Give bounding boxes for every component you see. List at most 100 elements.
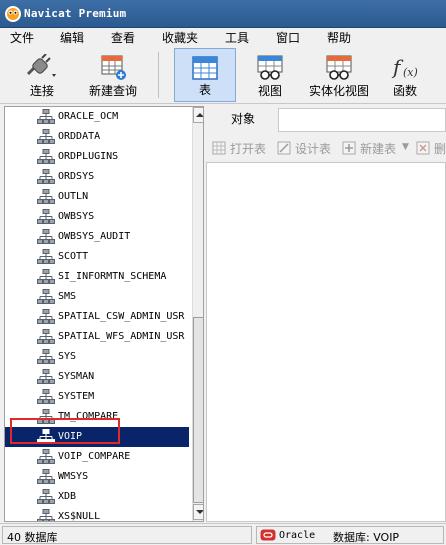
schema-name: WMSYS bbox=[58, 471, 89, 482]
schema-icon bbox=[37, 329, 55, 344]
schema-name: ORDSYS bbox=[58, 171, 95, 182]
schema-icon bbox=[37, 229, 55, 244]
menu-bar: 文件 编辑 查看 收藏夹 工具 窗口 帮助 bbox=[0, 28, 446, 48]
schema-item[interactable]: SI_INFORMTN_SCHEMA bbox=[5, 267, 189, 287]
function-label: 函数 bbox=[392, 84, 417, 98]
schema-name: SYS bbox=[58, 351, 77, 362]
menu-file[interactable]: 文件 bbox=[10, 30, 34, 46]
schema-item[interactable]: SMS bbox=[5, 287, 189, 307]
schema-item[interactable]: OWBSYS_AUDIT bbox=[5, 227, 189, 247]
schema-name: SMS bbox=[58, 291, 77, 302]
schema-item[interactable]: ORACLE_OCM bbox=[5, 107, 189, 127]
scroll-up-button[interactable] bbox=[193, 107, 203, 123]
menu-favorites[interactable]: 收藏夹 bbox=[162, 30, 198, 46]
schema-icon bbox=[37, 349, 55, 364]
status-connection-cell: Oracle 数据库: VOIP bbox=[256, 526, 444, 544]
open-table-icon bbox=[212, 141, 226, 155]
schema-name: SCOTT bbox=[58, 251, 89, 262]
menu-view[interactable]: 查看 bbox=[111, 30, 135, 46]
new-table-icon bbox=[342, 141, 356, 155]
schema-item[interactable]: SPATIAL_WFS_ADMIN_USR bbox=[5, 327, 189, 347]
selection-highlight-box bbox=[10, 418, 120, 444]
schema-name: SYSMAN bbox=[58, 371, 95, 382]
schema-icon bbox=[37, 169, 55, 184]
new-query-icon bbox=[101, 55, 126, 80]
design-table-button[interactable]: 设计表 bbox=[295, 140, 331, 157]
schema-icon bbox=[37, 389, 55, 404]
connect-button[interactable]: 连接 bbox=[12, 48, 72, 102]
new-table-button[interactable]: 新建表 bbox=[360, 140, 396, 157]
schema-item[interactable]: SYS bbox=[5, 347, 189, 367]
schema-item[interactable]: SCOTT bbox=[5, 247, 189, 267]
materialized-view-button[interactable]: 实体化视图 bbox=[302, 48, 376, 102]
tree-scrollbar[interactable] bbox=[192, 107, 203, 521]
schema-item[interactable]: OUTLN bbox=[5, 187, 189, 207]
schema-icon bbox=[37, 109, 55, 124]
schema-item[interactable]: ORDDATA bbox=[5, 127, 189, 147]
status-bar: 40 数据库 Oracle 数据库: VOIP bbox=[0, 523, 446, 545]
schema-icon bbox=[37, 509, 55, 521]
open-table-button[interactable]: 打开表 bbox=[230, 140, 266, 157]
schema-item[interactable]: XS$NULL bbox=[5, 507, 189, 521]
schema-icon bbox=[37, 489, 55, 504]
table-label: 表 bbox=[198, 83, 211, 97]
object-toolbar: 打开表 设计表 新建表 ▼ 删 bbox=[206, 136, 446, 160]
menu-edit[interactable]: 编辑 bbox=[60, 30, 84, 46]
schema-name: ORDPLUGINS bbox=[58, 151, 119, 162]
schema-item[interactable]: VOIP_COMPARE bbox=[5, 447, 189, 467]
connect-label: 连接 bbox=[29, 84, 54, 98]
menu-window[interactable]: 窗口 bbox=[276, 30, 300, 46]
delete-table-button[interactable]: 删 bbox=[434, 140, 446, 157]
schema-icon bbox=[37, 209, 55, 224]
title-bar: Navicat Premium bbox=[0, 0, 446, 28]
schema-item[interactable]: WMSYS bbox=[5, 467, 189, 487]
schema-name: OUTLN bbox=[58, 191, 89, 202]
function-icon: f (x) bbox=[391, 55, 418, 79]
oracle-icon bbox=[260, 529, 276, 541]
navicat-logo-icon bbox=[5, 6, 21, 22]
tab-area bbox=[278, 108, 446, 132]
new-query-button[interactable]: 新建查询 bbox=[80, 48, 146, 102]
view-button[interactable]: 视图 bbox=[244, 48, 296, 102]
scroll-thumb[interactable] bbox=[193, 317, 203, 503]
menu-tools[interactable]: 工具 bbox=[225, 30, 249, 46]
schema-item[interactable]: ORDSYS bbox=[5, 167, 189, 187]
schema-name: OWBSYS bbox=[58, 211, 95, 222]
materialized-view-label: 实体化视图 bbox=[308, 84, 369, 98]
schema-item[interactable]: SPATIAL_CSW_ADMIN_USR bbox=[5, 307, 189, 327]
function-button[interactable]: f (x) 函数 bbox=[382, 48, 428, 102]
schema-icon bbox=[37, 249, 55, 264]
schema-name: SYSTEM bbox=[58, 391, 95, 402]
design-table-icon bbox=[277, 141, 291, 155]
schema-item[interactable]: SYSMAN bbox=[5, 367, 189, 387]
current-database: 数据库: VOIP bbox=[333, 531, 400, 544]
tab-objects[interactable]: 对象 bbox=[208, 108, 278, 132]
schema-name: ORDDATA bbox=[58, 131, 101, 142]
schema-name: VOIP_COMPARE bbox=[58, 451, 131, 462]
scroll-down-button[interactable] bbox=[193, 504, 203, 520]
schema-item[interactable]: ORDPLUGINS bbox=[5, 147, 189, 167]
connection-type: Oracle bbox=[279, 530, 316, 541]
schema-icon bbox=[37, 309, 55, 324]
materialized-view-icon bbox=[326, 55, 352, 80]
schema-tree: ORACLE_OCM ORDDATA ORDPLUGINS ORDSYS OUTLN OW… bbox=[4, 106, 204, 522]
view-label: 视图 bbox=[257, 84, 282, 98]
schema-icon bbox=[37, 189, 55, 204]
schema-name: ORACLE_OCM bbox=[58, 111, 119, 122]
view-icon bbox=[257, 55, 283, 80]
status-count-cell: 40 数据库 bbox=[2, 526, 252, 544]
schema-icon bbox=[37, 449, 55, 464]
dropdown-arrow-icon[interactable]: ▼ bbox=[402, 142, 409, 152]
schema-item[interactable]: SYSTEM bbox=[5, 387, 189, 407]
schema-item[interactable]: OWBSYS bbox=[5, 207, 189, 227]
schema-icon bbox=[37, 469, 55, 484]
schema-name: SPATIAL_CSW_ADMIN_USR bbox=[58, 311, 185, 322]
schema-icon bbox=[37, 129, 55, 144]
menu-help[interactable]: 帮助 bbox=[327, 30, 351, 46]
objects-list-area[interactable] bbox=[206, 162, 446, 522]
schema-name: SPATIAL_WFS_ADMIN_USR bbox=[58, 331, 185, 342]
schema-item[interactable]: XDB bbox=[5, 487, 189, 507]
table-button[interactable]: 表 bbox=[174, 48, 236, 102]
schema-icon bbox=[37, 289, 55, 304]
plug-icon bbox=[26, 54, 56, 77]
